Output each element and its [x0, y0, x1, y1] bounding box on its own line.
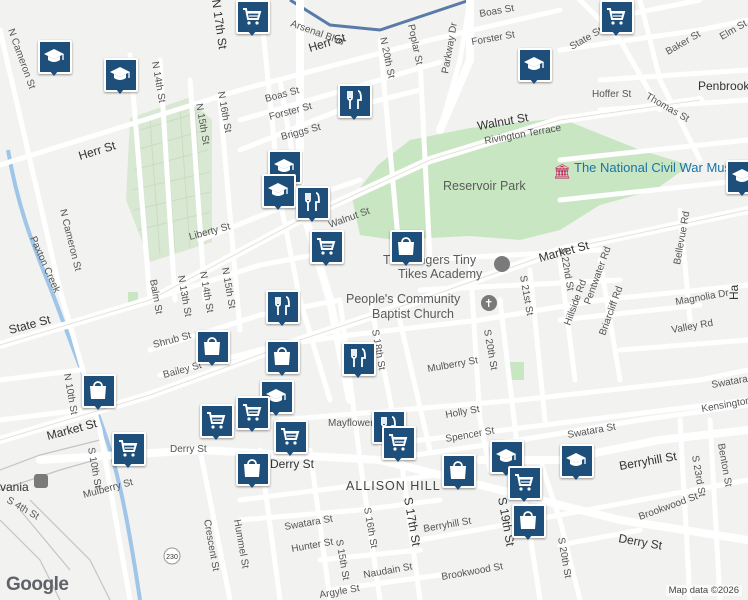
- shopping-marker[interactable]: [266, 340, 300, 376]
- cart-icon: [207, 412, 226, 429]
- museum-icon: 🏛: [553, 163, 571, 179]
- graduation-cap-icon: [44, 49, 64, 62]
- penbrook-label: Penbrook: [698, 79, 748, 93]
- graduation-cap-icon: [524, 57, 544, 70]
- shopping-marker[interactable]: [82, 374, 116, 410]
- academy-pin-icon: [494, 256, 510, 272]
- graduation-cap-icon: [110, 67, 130, 80]
- grocery-marker[interactable]: [600, 0, 634, 36]
- cart-icon: [389, 434, 408, 451]
- restaurant-marker[interactable]: [338, 84, 372, 120]
- grocery-marker[interactable]: [274, 420, 308, 456]
- school-marker[interactable]: [38, 40, 72, 76]
- fork-knife-icon: [347, 90, 362, 109]
- graduation-cap-icon: [268, 183, 288, 196]
- street-label-derry-w: Derry St: [170, 444, 207, 455]
- church-label-1: People's Community: [346, 292, 461, 306]
- grocery-marker[interactable]: [112, 432, 146, 468]
- map-attribution[interactable]: Map data ©2026: [665, 585, 742, 596]
- shopping-marker[interactable]: [236, 452, 270, 488]
- grocery-marker[interactable]: [236, 0, 270, 36]
- svg-text:✝: ✝: [484, 297, 493, 310]
- shopping-bag-icon: [274, 347, 290, 365]
- cart-icon: [119, 440, 138, 457]
- school-marker[interactable]: [262, 174, 296, 210]
- cart-icon: [317, 238, 336, 255]
- fork-knife-icon: [275, 296, 290, 315]
- school-marker[interactable]: [726, 160, 748, 196]
- grocery-marker[interactable]: [310, 230, 344, 266]
- cart-icon: [243, 8, 262, 25]
- transit-icon: [34, 474, 48, 488]
- shopping-marker[interactable]: [512, 504, 546, 540]
- church-label-2: Baptist Church: [372, 307, 454, 321]
- harrisburg-partial-label: vania: [0, 480, 29, 494]
- street-label-hoffer: Hoffer St: [592, 89, 631, 100]
- graduation-cap-icon: [566, 453, 586, 466]
- grocery-marker[interactable]: [508, 466, 542, 502]
- fork-knife-icon: [351, 348, 366, 367]
- shopping-bag-icon: [520, 511, 536, 529]
- grocery-marker[interactable]: [200, 404, 234, 440]
- grocery-marker[interactable]: [382, 426, 416, 462]
- fork-knife-icon: [305, 192, 320, 211]
- cart-icon: [243, 404, 262, 421]
- ha-partial-label: Ha: [727, 284, 741, 300]
- reservoir-park-label: Reservoir Park: [443, 179, 526, 193]
- school-marker[interactable]: [560, 444, 594, 480]
- cart-icon: [281, 428, 300, 445]
- academy-label-2: Tikes Academy: [398, 267, 483, 281]
- school-marker[interactable]: [104, 58, 138, 94]
- grocery-marker[interactable]: [236, 396, 270, 432]
- shopping-marker[interactable]: [390, 230, 424, 266]
- cart-icon: [607, 8, 626, 25]
- small-park: [510, 362, 524, 380]
- cart-icon: [515, 474, 534, 491]
- graduation-cap-icon: [732, 169, 748, 182]
- shopping-bag-icon: [450, 461, 466, 479]
- shopping-bag-icon: [244, 459, 260, 477]
- street-label-derry-mid: Derry St: [270, 457, 315, 471]
- restaurant-marker[interactable]: [342, 342, 376, 378]
- shopping-marker[interactable]: [196, 330, 230, 366]
- route-230-label: 230: [166, 554, 178, 561]
- shopping-bag-icon: [398, 237, 414, 255]
- shopping-bag-icon: [204, 337, 220, 355]
- restaurant-marker[interactable]: [266, 290, 300, 326]
- graduation-cap-icon: [496, 449, 516, 462]
- school-marker[interactable]: [518, 48, 552, 84]
- shopping-marker[interactable]: [442, 454, 476, 490]
- allison-hill-label: ALLISON HILL: [346, 479, 441, 493]
- shopping-bag-icon: [90, 381, 106, 399]
- museum-label: The National Civil War Museum: [574, 160, 748, 175]
- google-logo: Google: [6, 574, 69, 595]
- restaurant-marker[interactable]: [296, 186, 330, 222]
